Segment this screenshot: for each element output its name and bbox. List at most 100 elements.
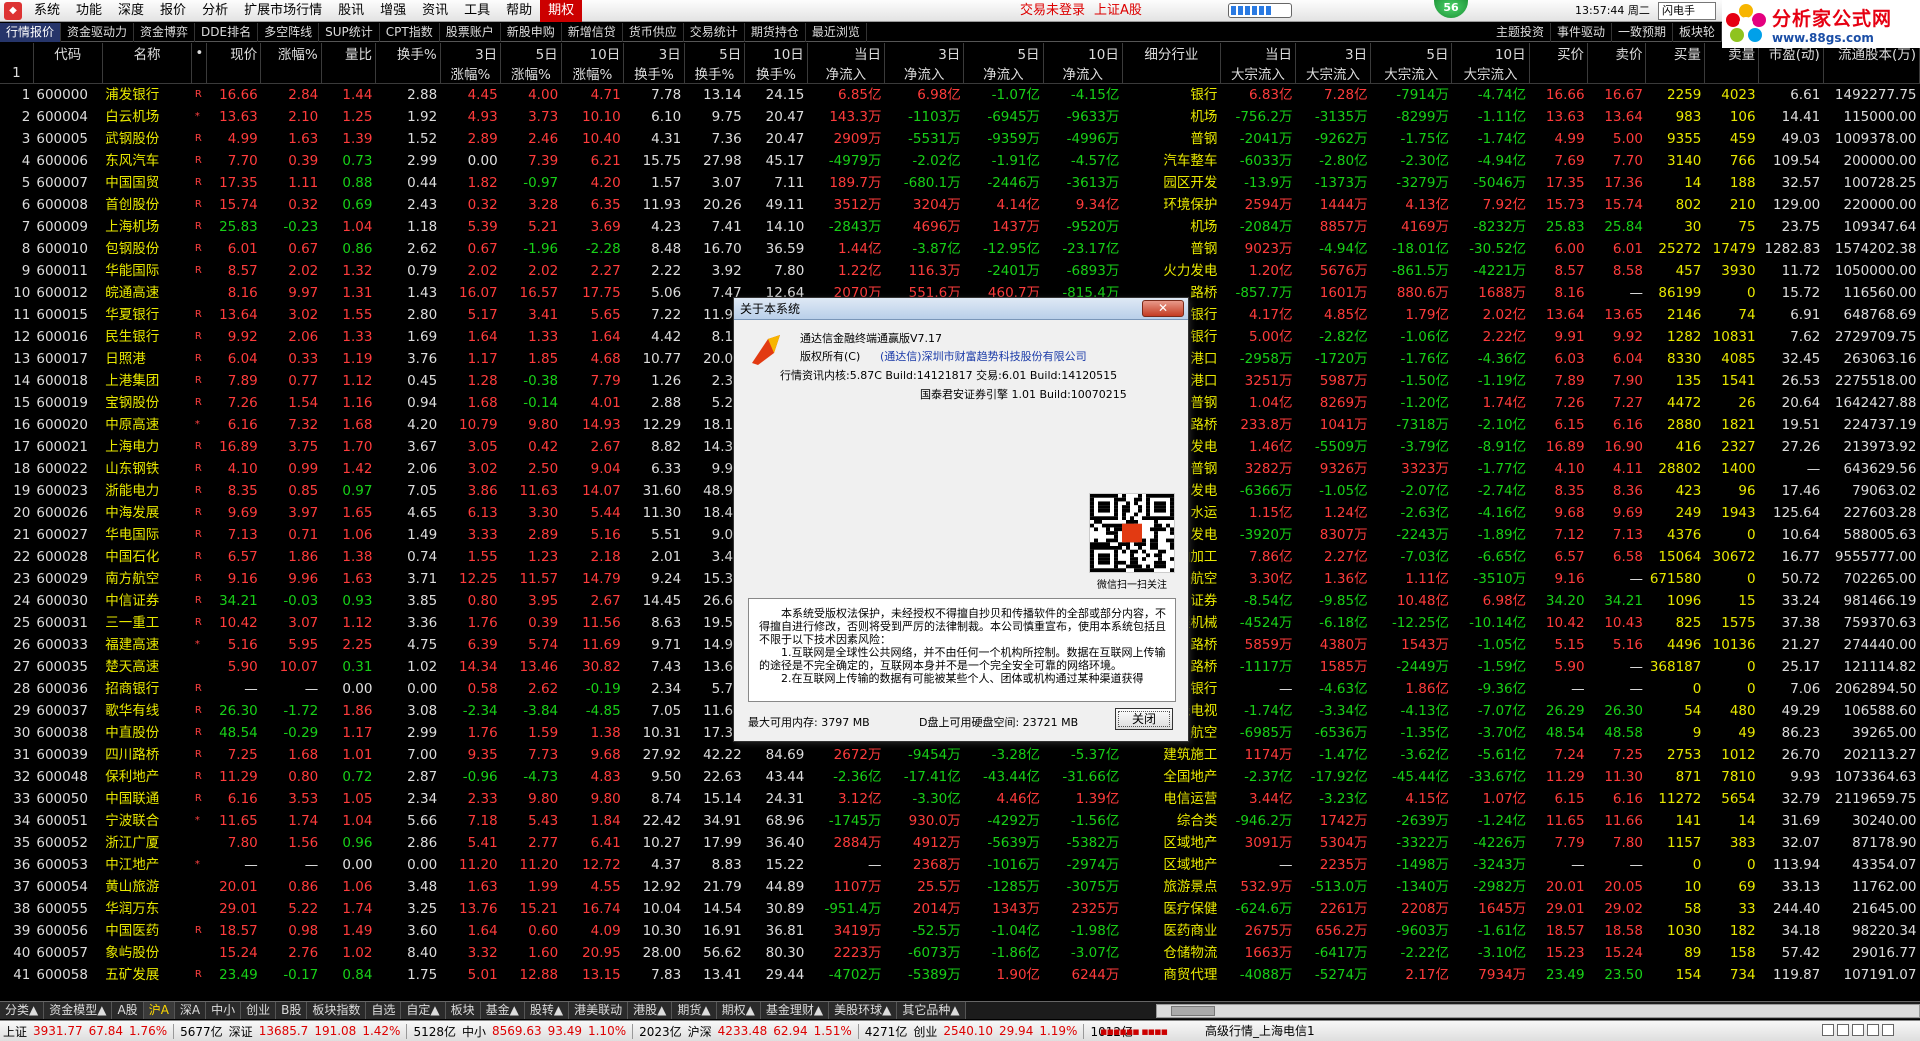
column-header-23[interactable]: 买价 — [1529, 43, 1589, 63]
copyright-owner-link[interactable]: (通达信)深圳市财富趋势科技股份有限公司 — [880, 348, 1087, 364]
tab-16[interactable]: 期货▲ — [672, 1002, 717, 1019]
search-input[interactable]: 闪电手 — [1658, 2, 1716, 20]
trade-status[interactable]: 交易未登录 — [1020, 0, 1085, 22]
server-info[interactable]: 高级行情_上海电信1 — [1205, 1021, 1315, 1041]
market-label[interactable]: 上证A股 — [1094, 0, 1142, 22]
horizontal-scrollbar[interactable] — [1156, 1004, 1920, 1018]
tab-20[interactable]: 其它品种▲ — [897, 1002, 966, 1019]
dialog-titlebar[interactable]: 关于本系统 ✕ — [734, 298, 1188, 320]
sh-index[interactable]: 3931.77 — [30, 1024, 86, 1038]
toolbar-item-0[interactable]: 行情报价 — [0, 22, 62, 42]
column-header-10[interactable]: 10日 — [561, 43, 625, 63]
column-header-18[interactable]: 细分行业 — [1122, 43, 1221, 63]
column-header-7[interactable]: 换手% — [375, 43, 441, 63]
column-header-2[interactable]: 名称 — [102, 43, 193, 63]
window-icon[interactable] — [1822, 1024, 1834, 1036]
toolbar-item-13[interactable]: 最近浏览 — [806, 22, 867, 42]
app-icon[interactable]: ◆ — [4, 1, 22, 20]
table-row[interactable]: 9 600011 华能国际 R 8.57 2.02 1.32 0.79 2.02 2.02 2.27… — [0, 260, 1920, 282]
tab-14[interactable]: 港美联动 — [569, 1002, 629, 1019]
toolbar-item-12[interactable]: 期货持仓 — [745, 22, 806, 42]
hs-index[interactable]: 4233.48 — [715, 1024, 771, 1038]
table-row[interactable]: 31 600039 四川路桥 R 7.25 1.68 1.01 7.00 9.35 7.73 9.6… — [0, 744, 1920, 766]
column-header-20[interactable]: 3日 — [1295, 43, 1372, 63]
menu-8[interactable]: 资讯 — [414, 0, 456, 22]
tab-3[interactable]: 沪A — [143, 1002, 175, 1019]
dialog-close-button[interactable]: ✕ — [1142, 300, 1184, 317]
table-row[interactable]: 41 600058 五矿发展 R 23.49 -0.17 0.84 1.75 5.01 12.88… — [0, 964, 1920, 986]
menu-2[interactable]: 深度 — [110, 0, 152, 22]
tab-5[interactable]: 中小 — [206, 1002, 242, 1019]
menu-10[interactable]: 帮助 — [498, 0, 540, 22]
toolbar-item-11[interactable]: 交易统计 — [684, 22, 745, 42]
tab-19[interactable]: 美股环球▲ — [829, 1002, 898, 1019]
table-row[interactable]: 36 600053 中江地产 * — — 0.00 0.00 11.20 11.20 12.72 4.… — [0, 854, 1920, 876]
tab-12[interactable]: 基金▲ — [480, 1002, 525, 1019]
toolbar-right-item-1[interactable]: 事件驱动 — [1551, 23, 1612, 42]
table-row[interactable]: 4 600006 东风汽车 R 7.70 0.39 0.73 2.99 0.00 7.39 6.21… — [0, 150, 1920, 172]
column-header-19[interactable]: 当日 — [1220, 43, 1297, 63]
menu-1[interactable]: 功能 — [68, 0, 110, 22]
tab-15[interactable]: 港股▲ — [628, 1002, 673, 1019]
tab-4[interactable]: 深A — [174, 1002, 207, 1019]
toolbar-item-4[interactable]: 多空阵线 — [258, 22, 320, 42]
grid-icon[interactable] — [1852, 1024, 1864, 1036]
tab-18[interactable]: 基金理财▲ — [760, 1002, 830, 1019]
menu-5[interactable]: 扩展市场行情 — [236, 0, 330, 22]
table-row[interactable]: 33 600050 中国联通 R 6.16 3.53 1.05 2.34 2.33 9.80 9.8… — [0, 788, 1920, 810]
toolbar-right-item-3[interactable]: 板块轮 — [1673, 23, 1722, 42]
table-row[interactable]: 40 600057 象屿股份 15.24 2.76 1.02 8.40 3.32 1.60 20.… — [0, 942, 1920, 964]
toolbar-item-3[interactable]: DDE排名 — [195, 22, 259, 42]
column-header-13[interactable]: 10日 — [744, 43, 808, 63]
table-row[interactable]: 6 600008 首创股份 R 15.74 0.32 0.69 2.43 0.32 3.28 6.3… — [0, 194, 1920, 216]
table-row[interactable]: 35 600052 浙江广厦 7.80 1.56 0.96 2.86 5.41 2.77 6.41… — [0, 832, 1920, 854]
column-header-5[interactable]: 涨幅% — [260, 43, 322, 63]
table-row[interactable]: 7 600009 上海机场 R 25.83 -0.23 1.04 1.18 5.39 5.21 3.… — [0, 216, 1920, 238]
menu-11[interactable]: 期权 — [540, 0, 583, 22]
table-row[interactable]: 5 600007 中国国贸 R 17.35 1.11 0.88 0.44 1.82 -0.97 4.… — [0, 172, 1920, 194]
tab-0[interactable]: 分类▲ — [0, 1002, 45, 1019]
table-row[interactable]: 32 600048 保利地产 R 11.29 0.80 0.72 2.87 -0.96 -4.73… — [0, 766, 1920, 788]
table-row[interactable]: 37 600054 黄山旅游 20.01 0.86 1.06 3.48 1.63 1.99 4.5… — [0, 876, 1920, 898]
column-header-17[interactable]: 10日 — [1043, 43, 1123, 63]
tab-7[interactable]: B股 — [276, 1002, 308, 1019]
menu-0[interactable]: 系统 — [26, 0, 68, 22]
menu-9[interactable]: 工具 — [456, 0, 498, 22]
tab-11[interactable]: 板块 — [445, 1002, 481, 1019]
column-header-3[interactable]: • — [191, 43, 208, 63]
table-row[interactable]: 2 600004 白云机场 * 13.63 2.10 1.25 1.92 4.93 3.73 10.… — [0, 106, 1920, 128]
tab-17[interactable]: 期权▲ — [716, 1002, 761, 1019]
tab-8[interactable]: 板块指数 — [307, 1002, 367, 1019]
tab-2[interactable]: A股 — [112, 1002, 144, 1019]
layout-icon[interactable] — [1837, 1024, 1849, 1036]
toolbar-right-item-0[interactable]: 主题投资 — [1490, 23, 1551, 42]
menu-7[interactable]: 增强 — [372, 0, 414, 22]
column-header-16[interactable]: 5日 — [963, 43, 1044, 63]
toolbar-item-2[interactable]: 资金博弈 — [134, 22, 196, 42]
table-row[interactable]: 3 600005 武钢股份 R 4.99 1.63 1.39 1.52 2.89 2.46 10.4… — [0, 128, 1920, 150]
toolbar-item-5[interactable]: SUP统计 — [319, 22, 380, 42]
table-row[interactable]: 8 600010 包钢股份 R 6.01 0.67 0.86 2.62 0.67 -1.96 -2.… — [0, 238, 1920, 260]
tab-6[interactable]: 创业 — [241, 1002, 277, 1019]
monitor-icon[interactable] — [1867, 1024, 1879, 1036]
dialog-ok-button[interactable]: 关闭 — [1115, 708, 1173, 730]
column-header-6[interactable]: 量比 — [321, 43, 376, 63]
table-row[interactable]: 1 600000 浦发银行 R 16.66 2.84 1.44 2.88 4.45 4.00 4.7… — [0, 84, 1920, 107]
tab-9[interactable]: 自选 — [366, 1002, 402, 1019]
menu-3[interactable]: 报价 — [152, 0, 194, 22]
sz-index[interactable]: 13685.7 — [256, 1024, 312, 1038]
menu-4[interactable]: 分析 — [194, 0, 236, 22]
column-header-12[interactable]: 5日 — [684, 43, 746, 63]
column-header-21[interactable]: 5日 — [1370, 43, 1453, 63]
column-header-11[interactable]: 3日 — [623, 43, 685, 63]
cy-index[interactable]: 2540.10 — [940, 1024, 996, 1038]
column-header-22[interactable]: 10日 — [1451, 43, 1530, 63]
toolbar-right-item-2[interactable]: 一致预期 — [1612, 23, 1673, 42]
tab-10[interactable]: 自定▲ — [401, 1002, 446, 1019]
table-row[interactable]: 39 600056 中国医药 R 18.57 0.98 1.49 3.60 1.64 0.60 4.… — [0, 920, 1920, 942]
toolbar-item-9[interactable]: 新增信贷 — [562, 22, 623, 42]
sound-icon[interactable] — [1882, 1024, 1894, 1036]
column-header-15[interactable]: 3日 — [884, 43, 965, 63]
column-header-25[interactable]: 买量 — [1645, 43, 1705, 63]
table-row[interactable]: 38 600055 华润万东 29.01 5.22 1.74 3.25 13.76 15.21 1… — [0, 898, 1920, 920]
